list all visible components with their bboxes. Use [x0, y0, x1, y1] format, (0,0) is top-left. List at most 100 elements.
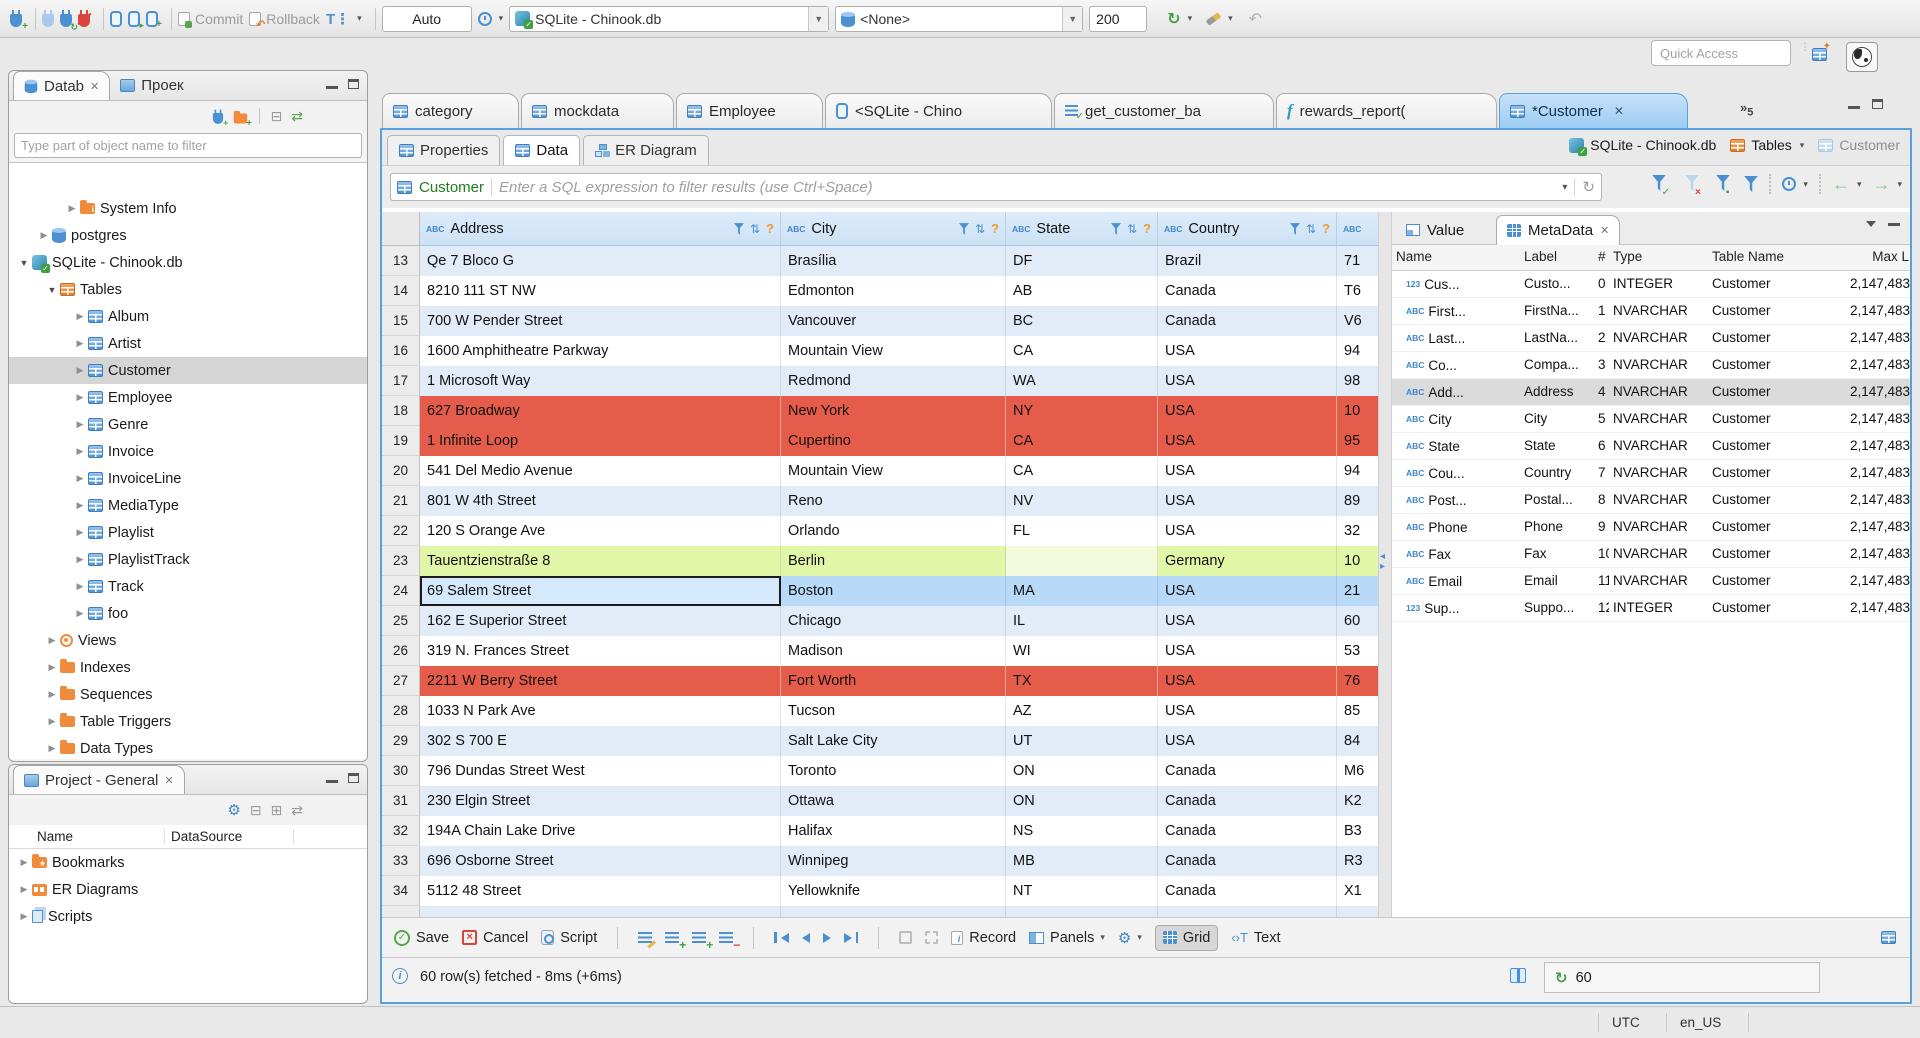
cell-state[interactable]: NS: [1006, 816, 1158, 846]
cell-postal[interactable]: 89: [1337, 486, 1378, 516]
remove-filter-icon[interactable]: ×: [1685, 174, 1705, 197]
metadata-row-phone[interactable]: ABC Phone Phone 9 NVARCHAR Customer 2,147,483: [1392, 514, 1910, 541]
expand-arrow-icon[interactable]: ▶: [45, 635, 59, 646]
expand-all-icon[interactable]: ⊞: [271, 802, 283, 819]
timezone-indicator[interactable]: UTC: [1612, 1015, 1640, 1030]
tree-item-artist[interactable]: ▶ Artist: [9, 330, 367, 357]
expand-arrow-icon[interactable]: ▶: [73, 554, 87, 565]
panel-splitter[interactable]: ◂ ▸: [1378, 212, 1392, 917]
editor-tab-customer[interactable]: *Customer ✕: [1499, 93, 1688, 128]
row-number[interactable]: 13: [382, 246, 420, 276]
cell-address[interactable]: 1600 Amphitheatre Parkway: [420, 336, 781, 366]
cell-address[interactable]: 230 Elgin Street: [420, 786, 781, 816]
first-row-button[interactable]: [774, 932, 789, 943]
metadata-row-fax[interactable]: ABCFaxFax10NVARCHARCustomer2,147,483: [1392, 541, 1910, 568]
quick-access-input[interactable]: [1651, 40, 1791, 66]
cell-address[interactable]: 696 Osborne Street: [420, 846, 781, 876]
save-button[interactable]: Save: [394, 929, 449, 946]
dbeaver-perspective-button[interactable]: [1846, 42, 1878, 72]
cell-state[interactable]: AZ: [1006, 696, 1158, 726]
save-filter-icon[interactable]: ▪: [1716, 174, 1734, 197]
row-number[interactable]: 32: [382, 816, 420, 846]
cell-state[interactable]: NY: [1006, 396, 1158, 426]
cell-country[interactable]: Canada: [1158, 756, 1337, 786]
metadata-row-country[interactable]: ABC Cou... Country 7 NVARCHAR Customer 2,147,4…: [1392, 460, 1910, 487]
cell-postal[interactable]: K2: [1337, 786, 1378, 816]
close-icon[interactable]: ✕: [1614, 104, 1624, 118]
cell-state[interactable]: CA: [1006, 426, 1158, 456]
cell-city[interactable]: Mountain View: [781, 336, 1006, 366]
expand-arrow-icon[interactable]: ▶: [73, 473, 87, 484]
cell-address[interactable]: 796 Dundas Street West: [420, 756, 781, 786]
cell-state[interactable]: UT: [1006, 726, 1158, 756]
cell-address[interactable]: 1 Microsoft Way: [420, 366, 781, 396]
collapse-all-icon[interactable]: ⊟: [250, 802, 262, 819]
cell-address[interactable]: 5112 48 Street: [420, 876, 781, 906]
tree-item-invoice[interactable]: ▶ Invoice: [9, 438, 367, 465]
sort-icon[interactable]: ⇅: [1306, 222, 1316, 236]
cell-state[interactable]: AB: [1006, 276, 1158, 306]
cell-address[interactable]: 541 Del Medio Avenue: [420, 456, 781, 486]
expand-arrow-icon[interactable]: ▶: [73, 365, 87, 376]
hidden-tabs-chevron[interactable]: »5: [1740, 100, 1753, 119]
auto-refresh-button[interactable]: ↻ ▾: [1167, 9, 1192, 29]
cell-city[interactable]: Madison: [781, 636, 1006, 666]
cell-address[interactable]: 627 Broadway: [420, 396, 781, 426]
connection-selector[interactable]: SQLite - Chinook.db ▼: [509, 5, 830, 32]
refresh-icon[interactable]: ↻: [1582, 178, 1595, 196]
fetch-all-rows-icon[interactable]: [925, 931, 939, 944]
cell-address[interactable]: 801 W 4th Street: [420, 486, 781, 516]
metadata-row-lastna[interactable]: ABC Last... LastNa... 2 NVARCHAR Customer 2,14…: [1392, 325, 1910, 352]
cell-city[interactable]: Tucson: [781, 696, 1006, 726]
fetch-next-page-icon[interactable]: [899, 931, 913, 944]
row-number[interactable]: 16: [382, 336, 420, 366]
tree-item-sqlite-chinook-db[interactable]: ▼ SQLite - Chinook.db: [9, 249, 367, 276]
sort-icon[interactable]: ⇅: [750, 222, 760, 236]
maximize-icon[interactable]: [348, 773, 359, 783]
subtab-data[interactable]: Data: [503, 135, 581, 165]
tree-item-table-triggers[interactable]: ▶ Table Triggers: [9, 708, 367, 735]
new-connection-icon[interactable]: +: [10, 10, 28, 32]
view-menu-icon[interactable]: [1866, 221, 1876, 227]
auto-refresh-box[interactable]: ↻ 60: [1544, 962, 1820, 993]
cell-country[interactable]: USA: [1158, 606, 1337, 636]
collapse-all-icon[interactable]: ⊟: [271, 108, 283, 125]
breadcrumb-item-sqlite-chinook-db[interactable]: SQLite - Chinook.db: [1569, 137, 1716, 156]
column-header-address[interactable]: ABC Address ⇅?: [420, 212, 781, 246]
tab-metadata[interactable]: MetaData ✕: [1496, 215, 1621, 245]
metadata-row-custo[interactable]: 123 Cus... Custo... 0 INTEGER Customer 2,147,4…: [1392, 271, 1910, 298]
tree-item-tables[interactable]: ▼ Tables: [9, 276, 367, 303]
forward-arrow-button[interactable]: → ▾: [1872, 175, 1902, 193]
tree-item-track[interactable]: ▶ Track: [9, 573, 367, 600]
cell-city[interactable]: Edmonton: [781, 276, 1006, 306]
cell-state[interactable]: NT: [1006, 876, 1158, 906]
tab-value[interactable]: Value: [1396, 215, 1474, 245]
expand-arrow-icon[interactable]: ▶: [73, 419, 87, 430]
dropdown-arrow-icon[interactable]: ▼: [1062, 6, 1083, 31]
navigator-filter-input[interactable]: [14, 133, 362, 158]
editor-tab-category[interactable]: category: [382, 93, 519, 128]
cell-country[interactable]: Brazil: [1158, 246, 1337, 276]
cell-address[interactable]: 302 S 700 E: [420, 726, 781, 756]
cell-postal[interactable]: R3: [1337, 846, 1378, 876]
cell-country[interactable]: USA: [1158, 666, 1337, 696]
cell-address[interactable]: 120 S Orange Ave: [420, 516, 781, 546]
cell-postal[interactable]: 10: [1337, 546, 1378, 576]
column-header-country[interactable]: ABC Country ⇅?: [1158, 212, 1337, 246]
expand-arrow-icon[interactable]: ▶: [65, 203, 79, 214]
schema-selector[interactable]: <None> ▼: [835, 5, 1084, 32]
cell-state[interactable]: WA: [1006, 366, 1158, 396]
cell-postal[interactable]: 32: [1337, 516, 1378, 546]
metadata-column-label[interactable]: Label: [1520, 245, 1594, 270]
filter-icon[interactable]: [1110, 222, 1121, 235]
expand-arrow-icon[interactable]: ▶: [45, 716, 59, 727]
filter-history-dropdown-icon[interactable]: ▾: [1562, 182, 1567, 193]
row-number[interactable]: 23: [382, 546, 420, 576]
cell-state[interactable]: CA: [1006, 336, 1158, 366]
add-row-icon[interactable]: +: [665, 931, 686, 951]
row-number[interactable]: 19: [382, 426, 420, 456]
project-item-bookmarks[interactable]: ▶ ★ Bookmarks: [9, 849, 367, 876]
row-number[interactable]: 18: [382, 396, 420, 426]
cell-state[interactable]: IL: [1006, 606, 1158, 636]
column-header-partial[interactable]: ABC: [1337, 212, 1378, 246]
